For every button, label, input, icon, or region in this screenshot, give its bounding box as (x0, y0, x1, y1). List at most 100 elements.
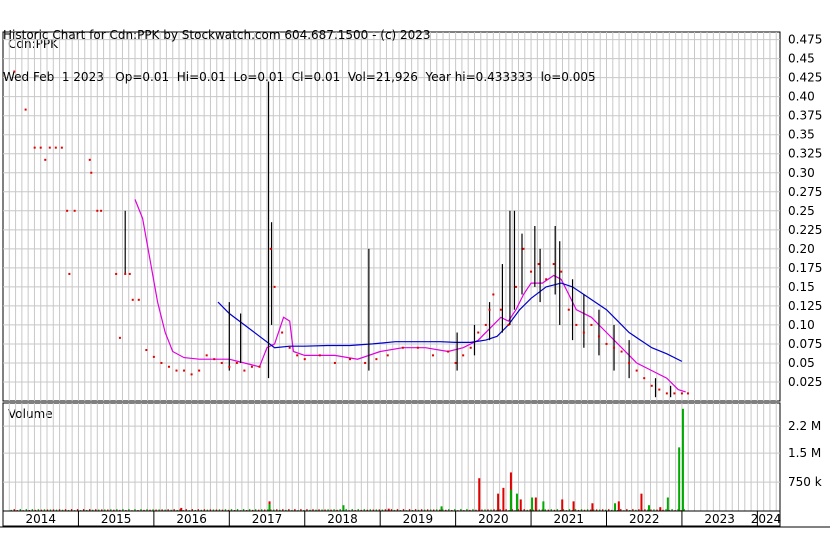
x-tick-label: 2024 (751, 512, 782, 526)
price-point (175, 369, 178, 372)
volume-bar-up (614, 503, 617, 511)
volume-bar-up (666, 497, 669, 511)
x-tick-label: 2022 (629, 512, 660, 526)
price-point (613, 346, 616, 349)
price-point (530, 270, 533, 273)
header-title: Historic Chart for Cdn:PPK by Stockwatch… (3, 28, 431, 42)
volume-tick-label: 1.5 M (788, 446, 821, 460)
price-point (258, 365, 261, 368)
price-point (303, 358, 306, 361)
price-point (484, 323, 487, 326)
price-point (537, 263, 540, 266)
price-point (401, 346, 404, 349)
price-point (118, 336, 121, 339)
price-point (522, 247, 525, 250)
price-point (73, 209, 76, 212)
price-point (48, 146, 51, 149)
price-point (545, 278, 548, 281)
chart-header: Historic Chart for Cdn:PPK by Stockwatch… (3, 0, 596, 98)
price-point (431, 354, 434, 357)
x-tick-label: 2021 (554, 512, 585, 526)
price-point (115, 272, 118, 275)
price-point (665, 392, 668, 395)
price-tick-label: 0.275 (788, 185, 822, 199)
price-point (386, 354, 389, 357)
volume-bar-up (678, 447, 681, 511)
price-point (296, 354, 299, 357)
volume-tick-label: 750 k (788, 475, 822, 489)
price-point (567, 308, 570, 311)
volume-bar-down (659, 507, 662, 511)
price-point (243, 369, 246, 372)
price-point (635, 369, 638, 372)
price-point (66, 209, 69, 212)
price-tick-label: 0.225 (788, 223, 822, 237)
price-point (492, 293, 495, 296)
price-point (349, 358, 352, 361)
price-point (477, 331, 480, 334)
volume-title: Volume (8, 407, 53, 421)
volume-bar-down (478, 478, 481, 511)
volume-bar-up (342, 505, 345, 511)
price-tick-label: 0.45 (788, 52, 815, 66)
volume-tick-label: 2.2 M (788, 419, 821, 433)
price-point (131, 298, 134, 301)
volume-bar-up (647, 505, 650, 511)
price-tick-label: 0.175 (788, 261, 822, 275)
price-point (39, 146, 42, 149)
price-tick-label: 0.20 (788, 242, 815, 256)
x-tick-label: 2018 (327, 512, 358, 526)
price-point (160, 361, 163, 364)
volume-bar-down (534, 497, 537, 511)
price-point (250, 365, 253, 368)
price-tick-label: 0.30 (788, 166, 815, 180)
price-point (137, 298, 140, 301)
x-tick-label: 2023 (704, 512, 735, 526)
price-point (364, 361, 367, 364)
price-point (454, 361, 457, 364)
x-tick-label: 2019 (403, 512, 434, 526)
volume-bar-up (440, 506, 443, 511)
price-point (152, 355, 155, 358)
volume-bar-down (519, 499, 522, 511)
price-tick-label: 0.075 (788, 337, 822, 351)
price-point (90, 171, 93, 174)
price-point (167, 365, 170, 368)
price-point (33, 146, 36, 149)
volume-axis-labels: 2.2 M 1.5 M 750 k (788, 419, 822, 489)
price-point (235, 361, 238, 364)
price-point (318, 354, 321, 357)
price-point (643, 377, 646, 380)
price-tick-label: 0.35 (788, 128, 815, 142)
price-point (24, 108, 27, 111)
price-point (507, 323, 510, 326)
price-point (628, 361, 631, 364)
price-point (499, 308, 502, 311)
price-point (183, 369, 186, 372)
price-point (281, 331, 284, 334)
price-tick-label: 0.125 (788, 299, 822, 313)
price-point (213, 358, 216, 361)
price-tick-label: 0.15 (788, 280, 815, 294)
price-point (575, 323, 578, 326)
price-point (582, 331, 585, 334)
x-tick-label: 2014 (25, 512, 56, 526)
price-point (88, 158, 91, 161)
price-point (228, 365, 231, 368)
price-point (128, 272, 131, 275)
price-point (514, 285, 517, 288)
volume-bar-down (502, 487, 505, 511)
price-point (416, 346, 419, 349)
price-point (375, 358, 378, 361)
price-point (68, 272, 71, 275)
volume-bar-down (591, 503, 594, 511)
volume-bar-up (542, 501, 545, 511)
price-point (198, 369, 201, 372)
price-point (488, 308, 491, 311)
price-point (44, 158, 47, 161)
price-point (124, 272, 127, 275)
volume-bar-up (681, 408, 684, 511)
price-tick-label: 0.375 (788, 109, 822, 123)
price-point (658, 388, 661, 391)
price-point (597, 335, 600, 338)
